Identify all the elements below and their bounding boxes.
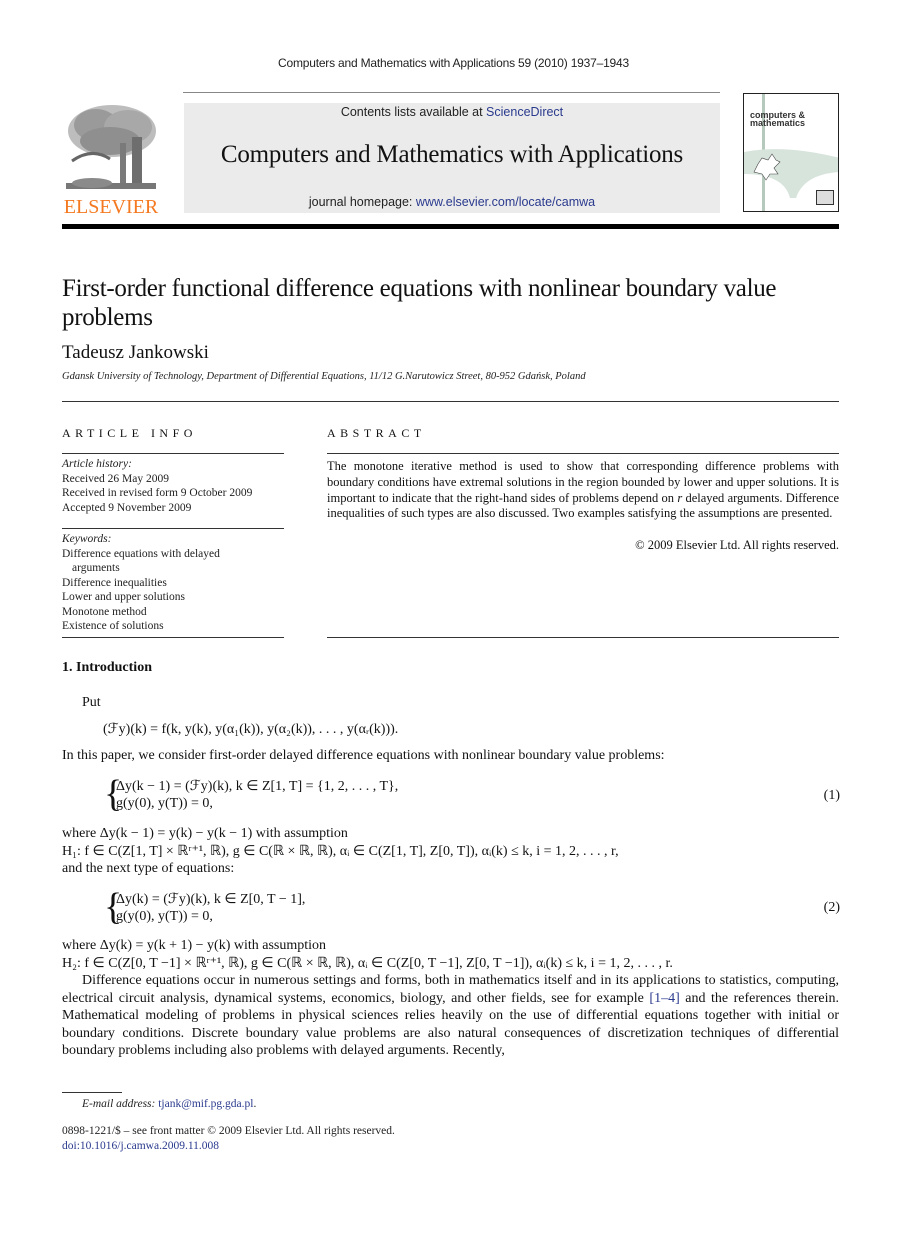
homepage-prefix: journal homepage: [308, 195, 416, 209]
article-title: First-order functional difference equati… [62, 275, 777, 331]
history-revised: Received in revised form 9 October 2009 [62, 487, 253, 499]
article-info-rule [62, 453, 284, 454]
sciencedirect-link[interactable]: ScienceDirect [486, 105, 563, 119]
keywords: Keywords: Difference equations with dela… [62, 532, 284, 634]
history-received: Received 26 May 2009 [62, 472, 169, 485]
keyword-item-continuation: arguments [72, 562, 120, 574]
history-rule [62, 528, 284, 529]
where-2-text: where Δy(k) = y(k + 1) − y(k) with assum… [62, 938, 327, 953]
email-footnote: E-mail address: tjank@mif.pg.gda.pl. [82, 1098, 257, 1110]
section-heading-introduction: 1. Introduction [62, 660, 152, 675]
keyword-item: Existence of solutions [62, 620, 164, 632]
email-label: E-mail address: [82, 1098, 156, 1110]
doi-link[interactable]: doi:10.1016/j.camwa.2009.11.008 [62, 1140, 219, 1152]
next-type-text: and the next type of equations: [62, 861, 235, 876]
elsevier-tree-icon [66, 105, 156, 189]
homepage-line: journal homepage: www.elsevier.com/locat… [184, 195, 720, 209]
journal-homepage-link[interactable]: www.elsevier.com/locate/camwa [416, 195, 595, 209]
email-link[interactable]: tjank@mif.pg.gda.pl [158, 1098, 253, 1110]
keywords-label: Keywords: [62, 533, 112, 545]
equation-2-number: (2) [823, 900, 840, 915]
keyword-item: Difference equations with delayed [62, 547, 220, 560]
author-affiliation: Gdansk University of Technology, Departm… [62, 371, 586, 382]
masthead-thick-rule [62, 224, 839, 229]
intro-paragraph: Difference equations occur in numerous s… [62, 972, 839, 1060]
abstract-rule [327, 453, 839, 454]
article-history: Article history: Received 26 May 2009 Re… [62, 457, 284, 515]
title-divider [62, 401, 839, 402]
journal-masthead: Contents lists available at ScienceDirec… [184, 103, 720, 213]
elsevier-wordmark: ELSEVIER [63, 196, 159, 218]
header-rule [183, 92, 720, 93]
front-matter: 0898-1221/$ – see front matter © 2009 El… [62, 1125, 395, 1137]
assumption-h1: H₁: f ∈ C(Z[1, T] × ℝʳ⁺¹, ℝ), g ∈ C(ℝ × … [62, 844, 619, 859]
article-info-heading: ARTICLE INFO [62, 426, 197, 440]
consider-text: In this paper, we consider first-order d… [62, 748, 665, 763]
keyword-item: Difference inequalities [62, 576, 167, 589]
running-head: Computers and Mathematics with Applicati… [278, 56, 629, 70]
cover-title-line2: mathematics [750, 118, 806, 128]
equation-2-line1: Δy(k) = (ℱy)(k), k ∈ Z[0, T − 1], [116, 892, 306, 907]
abstract-copyright: © 2009 Elsevier Ltd. All rights reserved… [635, 538, 839, 552]
author-name[interactable]: Tadeusz Jankowski [62, 342, 209, 364]
abstract-heading: ABSTRACT [327, 426, 426, 440]
equation-1-line1: Δy(k − 1) = (ℱy)(k), k ∈ Z[1, T] = {1, 2… [116, 779, 399, 794]
keywords-rule [62, 637, 284, 638]
history-label: Article history: [62, 458, 132, 470]
journal-cover-thumbnail[interactable]: computers & mathematics [743, 93, 839, 212]
cover-swoosh-graphic [744, 149, 838, 198]
abstract-text: The monotone iterative method is used to… [327, 459, 839, 522]
equation-1-number: (1) [823, 788, 840, 803]
assumption-h2: H₂: f ∈ C(Z[0, T −1] × ℝʳ⁺¹, ℝ), g ∈ C(ℝ… [62, 956, 673, 971]
elsevier-logo[interactable]: ELSEVIER [62, 103, 160, 218]
reference-link-1-4[interactable]: [1–4] [649, 991, 679, 1006]
keyword-item: Lower and upper solutions [62, 591, 185, 603]
contents-prefix: Contents lists available at [340, 105, 487, 119]
footnote-rule [62, 1092, 122, 1093]
equation-2-line2: g(y(0), y(T)) = 0, [116, 909, 213, 924]
contents-line: Contents lists available at ScienceDirec… [184, 105, 720, 119]
where-1-text: where Δy(k − 1) = y(k) − y(k − 1) with a… [62, 826, 348, 841]
put-text: Put [82, 695, 101, 710]
abstract-bottom-rule [327, 637, 839, 638]
journal-title: Computers and Mathematics with Applicati… [220, 141, 684, 168]
history-accepted: Accepted 9 November 2009 [62, 501, 192, 514]
equation-1-line2: g(y(0), y(T)) = 0, [116, 796, 213, 811]
cover-badge [816, 190, 834, 205]
operator-definition: (ℱy)(k) = f(k, y(k), y(α₁(k)), y(α₂(k)),… [103, 722, 399, 737]
keyword-item: Monotone method [62, 605, 147, 618]
